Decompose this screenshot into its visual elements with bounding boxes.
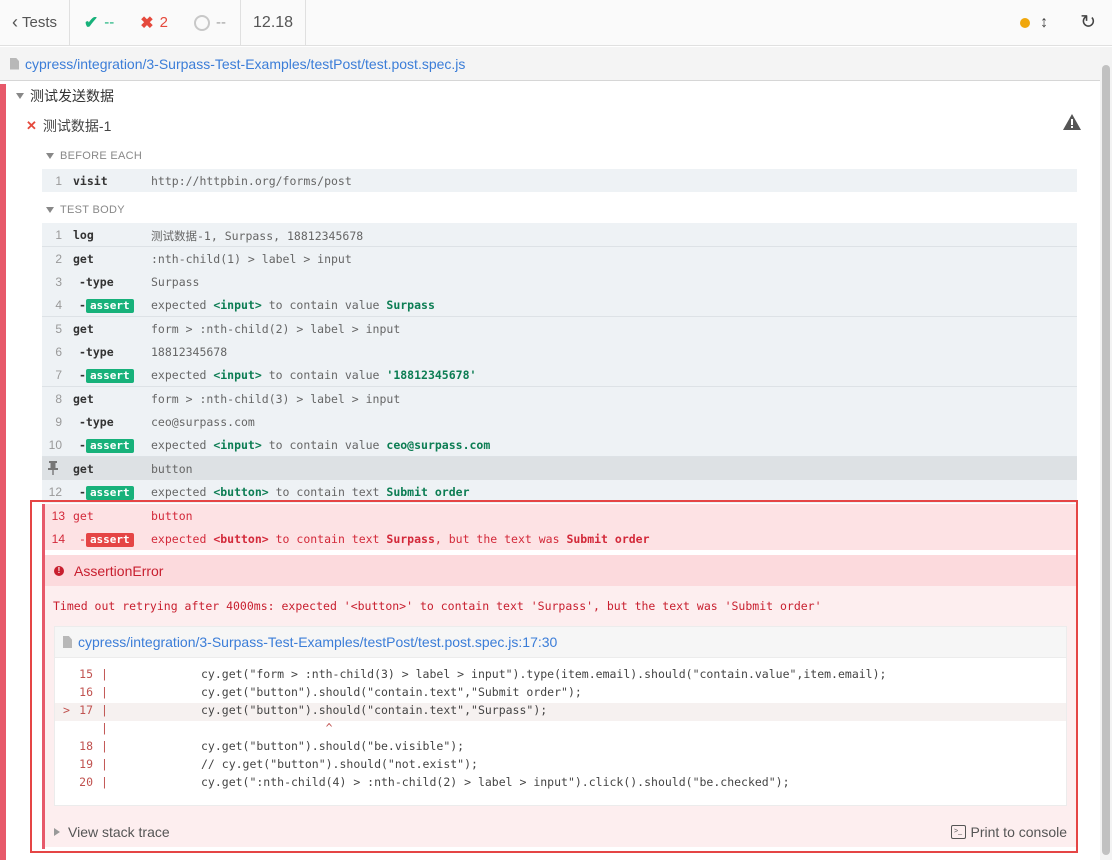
command-name: log <box>73 228 94 242</box>
command-number: 1 <box>55 228 62 242</box>
command-number: 7 <box>55 368 62 382</box>
command-name: - assert <box>79 438 134 453</box>
command-row[interactable]: 1 log 测试数据-1, Surpass, 18812345678 <box>42 223 1077 246</box>
caret-down-icon <box>46 207 54 213</box>
command-number: 3 <box>55 275 62 289</box>
failed-stat: ✖ 2 <box>140 13 168 33</box>
assert-badge: assert <box>85 439 134 453</box>
file-icon <box>10 57 19 70</box>
reporter-header: ‹ Tests ✔ -- ✖ 2 -- 12.18 ↕ ↻ <box>0 0 1112 46</box>
command-name: - assert <box>79 485 134 500</box>
command-name: -type <box>79 345 114 359</box>
command-name: -type <box>79 415 114 429</box>
before-each-label: BEFORE EACH <box>60 150 143 162</box>
suite-title-label: 测试发送数据 <box>30 88 114 104</box>
check-icon: ✔ <box>84 12 99 32</box>
pending-stat: -- <box>194 14 226 31</box>
command-row[interactable]: 8 get form > :nth-child(3) > label > inp… <box>42 386 1077 410</box>
failed-x-icon: ✕ <box>26 118 37 133</box>
assert-message: expected <input> to contain value ceo@su… <box>151 438 491 452</box>
test-body-label: TEST BODY <box>60 204 125 216</box>
command-message: http://httpbin.org/forms/post <box>151 174 352 188</box>
caret-down-icon <box>16 93 24 99</box>
command-message: 测试数据-1, Surpass, 18812345678 <box>151 229 364 243</box>
duration: 12.18 <box>241 0 307 45</box>
assert-message: expected <button> to contain text Submit… <box>151 485 470 499</box>
command-number: 4 <box>55 298 62 312</box>
pin-icon[interactable] <box>48 461 58 475</box>
scrollbar[interactable] <box>1100 47 1112 860</box>
failed-suite-stripe <box>0 84 6 860</box>
spec-file-link[interactable]: cypress/integration/3-Surpass-Test-Examp… <box>25 56 465 72</box>
command-name: get <box>73 322 94 336</box>
tests-label: Tests <box>22 14 58 31</box>
command-row[interactable]: 1 visit http://httpbin.org/forms/post <box>42 169 1077 192</box>
test-title-label: 测试数据-1 <box>42 118 112 134</box>
suite-title[interactable]: 测试发送数据 <box>16 86 114 106</box>
caret-down-icon <box>46 153 54 159</box>
command-name: get <box>73 462 94 476</box>
command-number: 10 <box>48 438 62 452</box>
pinned-command-row[interactable]: get button <box>42 456 1077 480</box>
command-number: 12 <box>48 485 62 499</box>
assert-message: expected <input> to contain value Surpas… <box>151 298 435 312</box>
command-row[interactable]: 6 -type 18812345678 <box>42 340 1077 363</box>
test-body-header[interactable]: TEST BODY <box>46 204 125 216</box>
autoscroll-toggle-icon[interactable]: ↕ <box>1040 14 1048 32</box>
header-controls: ↕ ↻ <box>1020 0 1112 45</box>
assert-row[interactable]: 7 - assert expected <input> to contain va… <box>42 363 1077 386</box>
command-number: 1 <box>55 174 62 188</box>
command-number: 5 <box>55 322 62 336</box>
passed-stat: ✔ -- <box>84 13 114 33</box>
warning-icon[interactable] <box>1063 114 1081 130</box>
command-number: 9 <box>55 415 62 429</box>
command-name: - assert <box>79 368 134 383</box>
command-number: 6 <box>55 345 62 359</box>
command-message: :nth-child(1) > label > input <box>151 252 352 266</box>
command-message: ceo@surpass.com <box>151 415 255 429</box>
test-title[interactable]: ✕ 测试数据-1 <box>26 116 111 136</box>
command-row[interactable]: 3 -type Surpass <box>42 270 1077 293</box>
cross-icon: ✖ <box>140 14 154 32</box>
command-name: visit <box>73 174 108 188</box>
command-message: form > :nth-child(3) > label > input <box>151 392 401 406</box>
assert-badge: assert <box>85 369 134 383</box>
command-name: - assert <box>79 298 134 313</box>
chevron-left-icon: ‹ <box>12 12 18 32</box>
command-message: form > :nth-child(2) > label > input <box>151 322 401 336</box>
tests-back-button[interactable]: ‹ Tests <box>0 0 71 45</box>
spec-file-bar: cypress/integration/3-Surpass-Test-Examp… <box>0 47 1100 81</box>
command-row[interactable]: 9 -type ceo@surpass.com <box>42 410 1077 433</box>
command-message: 18812345678 <box>151 345 228 359</box>
scrollbar-thumb[interactable] <box>1102 65 1110 855</box>
command-name: get <box>73 392 94 406</box>
command-name: -type <box>79 275 114 289</box>
command-name: get <box>73 252 94 266</box>
running-indicator-icon <box>1020 17 1031 28</box>
stats: ✔ -- ✖ 2 -- <box>70 0 242 45</box>
rerun-icon[interactable]: ↻ <box>1080 11 1096 34</box>
command-number: 2 <box>55 252 62 266</box>
before-each-hook-header[interactable]: BEFORE EACH <box>46 150 142 162</box>
passed-count: -- <box>104 14 115 31</box>
highlight-box <box>30 500 1078 853</box>
command-row[interactable]: 2 get :nth-child(1) > label > input <box>42 246 1077 270</box>
assert-message: expected <input> to contain value '18812… <box>151 368 477 382</box>
assert-badge: assert <box>85 299 134 313</box>
pending-ring-icon <box>194 14 211 31</box>
command-message: Surpass <box>151 275 200 289</box>
pending-count: -- <box>216 14 227 31</box>
failed-count: 2 <box>159 14 169 31</box>
command-number: 8 <box>55 392 62 406</box>
command-message: button <box>151 462 193 476</box>
assert-row[interactable]: 4 - assert expected <input> to contain va… <box>42 293 1077 316</box>
assert-badge: assert <box>85 486 134 500</box>
assert-row[interactable]: 10 - assert expected <input> to contain v… <box>42 433 1077 456</box>
command-row[interactable]: 5 get form > :nth-child(2) > label > inp… <box>42 316 1077 340</box>
